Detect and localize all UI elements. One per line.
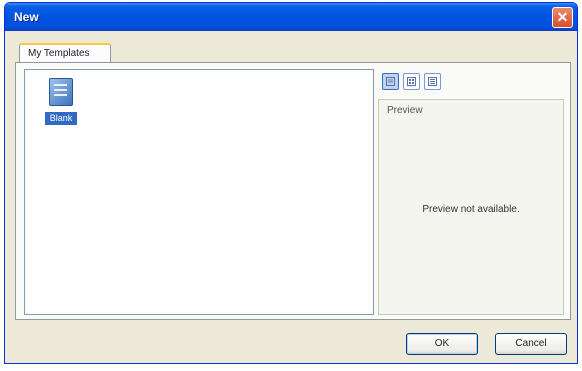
list-view-icon — [428, 77, 437, 86]
preview-message: Preview not available. — [422, 204, 520, 215]
large-icons-button[interactable] — [382, 73, 399, 90]
close-icon: ✕ — [556, 9, 569, 25]
blank-document-icon — [49, 78, 73, 106]
tab-label: My Templates — [28, 48, 90, 59]
preview-label: Preview — [387, 105, 423, 116]
large-icons-view-icon — [386, 77, 395, 86]
ok-button[interactable]: OK — [406, 333, 478, 355]
cancel-button[interactable]: Cancel — [495, 333, 567, 355]
preview-pane: Preview Preview not available. — [378, 99, 564, 315]
close-button[interactable]: ✕ — [552, 7, 573, 28]
template-label: Blank — [45, 112, 77, 125]
list-view-button[interactable] — [424, 73, 441, 90]
new-dialog: New ✕ My Templates Blank Preview Preview… — [4, 2, 578, 364]
template-list[interactable]: Blank — [24, 69, 374, 315]
template-item-blank[interactable]: Blank — [37, 76, 91, 132]
small-icons-button[interactable] — [403, 73, 420, 90]
title-bar[interactable]: New ✕ — [5, 3, 577, 31]
tab-my-templates[interactable]: My Templates — [19, 43, 111, 63]
tab-panel: Blank Preview Preview not available. — [15, 62, 571, 320]
dialog-title: New — [14, 10, 39, 24]
small-icons-view-icon — [407, 77, 416, 86]
